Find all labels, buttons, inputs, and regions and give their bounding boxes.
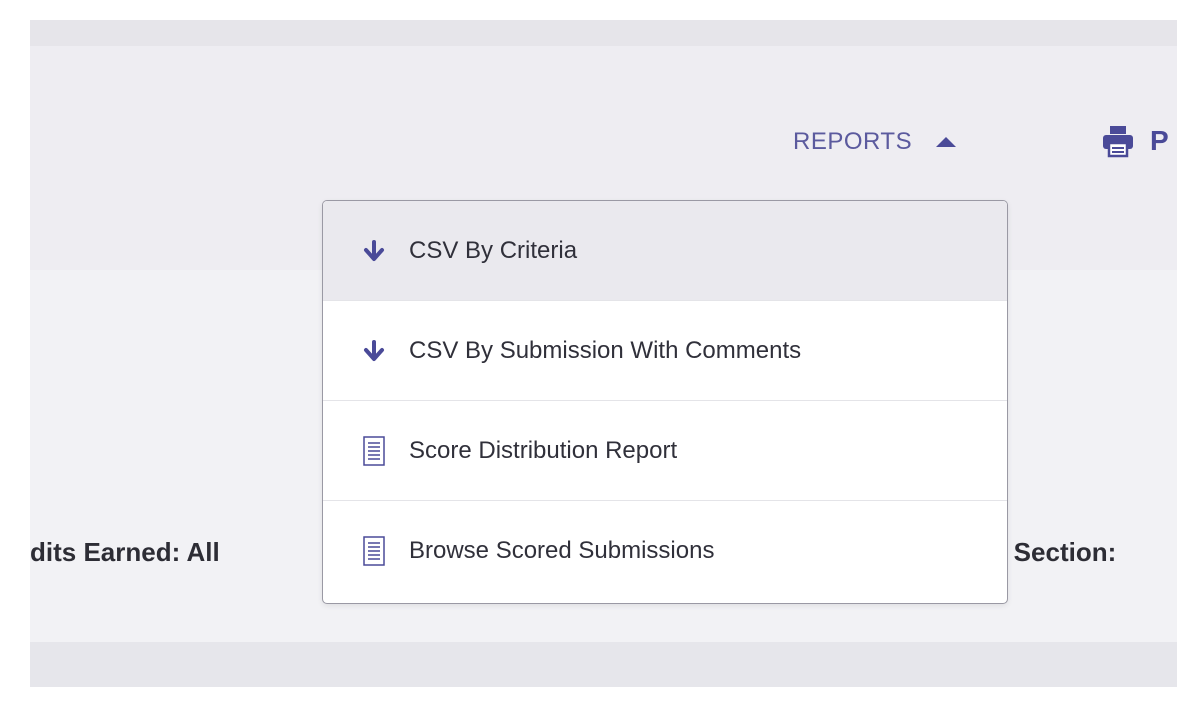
arrow-down-icon [361,336,387,366]
menu-item-csv-by-submission[interactable]: CSV By Submission With Comments [323,301,1007,401]
arrow-down-icon [361,236,387,266]
menu-item-csv-by-criteria[interactable]: CSV By Criteria [323,201,1007,301]
credits-earned-filter: dits Earned: All [30,537,220,567]
menu-item-label: CSV By Criteria [409,236,578,264]
reports-dropdown-button[interactable]: REPORTS [793,124,957,160]
menu-item-label: CSV By Submission With Comments [409,336,802,364]
header-top-strip [30,20,1177,46]
panel-footer-strip [30,642,1177,687]
menu-item-label: Score Distribution Report [409,436,678,464]
reports-label: REPORTS [793,128,913,155]
print-button[interactable]: P [1100,123,1169,159]
menu-item-browse-scored[interactable]: Browse Scored Submissions [323,501,1007,601]
document-icon [361,536,387,566]
menu-item-score-distribution[interactable]: Score Distribution Report [323,401,1007,501]
section-filter: e Section: [992,537,1117,567]
caret-up-icon [936,137,957,147]
print-label: P [1150,125,1169,156]
document-icon [361,435,387,466]
printer-icon [1103,126,1133,158]
menu-item-label: Browse Scored Submissions [409,537,715,564]
reports-menu: CSV By Criteria CSV By Submission With C… [322,200,1008,604]
app-frame: REPORTS P dits Earned: All e Section: CS… [30,20,1177,687]
